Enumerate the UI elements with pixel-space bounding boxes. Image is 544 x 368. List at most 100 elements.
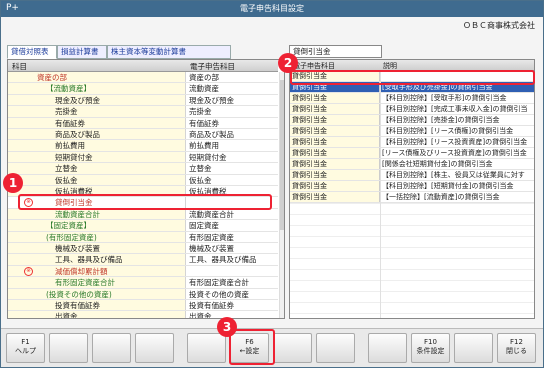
e-filing-account-cell: 有形固定資産合計 xyxy=(189,278,249,288)
e-filing-row[interactable]: 貸倒引当金 【科目別控除】[リース投資資産]の貸倒引当金 xyxy=(290,137,534,148)
account-name-cell: 現金及び預金 xyxy=(8,94,186,106)
account-name-cell: 売掛金 xyxy=(8,106,186,117)
account-row[interactable]: 立替金 立替金 xyxy=(8,163,278,175)
account-row[interactable]: (有形固定資産) 有形固定資産 xyxy=(8,231,278,243)
account-name-cell: 【流動資産】 xyxy=(8,83,186,94)
grid-line xyxy=(380,71,381,318)
callout-2: 2 xyxy=(278,53,298,73)
account-name-cell: 商品及び製品 xyxy=(8,129,186,140)
tab-0[interactable]: 貸借対照表 xyxy=(7,45,57,59)
function-key-f12[interactable]: F12 閉じる xyxy=(497,333,536,363)
e-filing-account-cell: 貸倒引当金 xyxy=(290,126,380,136)
e-filing-account-cell: 工具、器具及び備品 xyxy=(189,255,257,265)
e-filing-row[interactable]: 貸倒引当金 【一括控除】[流動資産]の貸倒引当金 xyxy=(290,192,534,203)
account-row[interactable]: 工具、器具及び備品 工具、器具及び備品 xyxy=(8,254,278,266)
account-grid: 科目 電子申告科目 資産の部 資産の部 【流動資産】 流動資産 現金及び預金 現金及び預金… xyxy=(7,59,285,319)
e-filing-account-cell: 立替金 xyxy=(189,164,212,174)
account-row[interactable]: ※ 減価償却累計額 xyxy=(8,265,278,278)
account-row[interactable]: 売掛金 売掛金 xyxy=(8,106,278,118)
description-cell: 【科目別控除】[受取手形]の貸倒引当金 xyxy=(382,94,507,102)
e-filing-account-cell: 有価証券 xyxy=(189,118,219,128)
function-key-label: 条件設定 xyxy=(416,347,445,355)
description-cell: [関係会社短期貸付金]の貸倒引当金 xyxy=(382,160,493,168)
e-filing-account-cell: 投資その他の資産 xyxy=(189,289,249,299)
account-name: 【流動資産】 xyxy=(46,84,91,94)
description-cell: 【科目別控除】[リース債権]の貸倒引当金 xyxy=(382,127,514,135)
e-filing-account-cell: 資産の部 xyxy=(189,73,219,82)
grid-line xyxy=(290,258,534,259)
description-cell: [リース債権及びリース投資資産]の貸倒引当金 xyxy=(382,149,527,157)
function-key-f10[interactable]: F10 条件設定 xyxy=(411,333,450,363)
account-name: 減価償却累計額 xyxy=(55,266,108,276)
account-name-cell: 工具、器具及び備品 xyxy=(8,254,186,265)
function-key-blank[interactable] xyxy=(92,333,131,363)
function-key-blank[interactable] xyxy=(187,333,226,363)
app-window: P+ 電子申告科目設定 ＯＢＣ商事株式会社 貸借対照表 損益計算書 株主資本等変動計… xyxy=(0,0,544,368)
function-key-blank[interactable] xyxy=(135,333,174,363)
account-row[interactable]: 有価証券 有価証券 xyxy=(8,117,278,129)
account-row[interactable]: 流動資産合計 流動資産合計 xyxy=(8,208,278,221)
e-filing-account-cell: 仮払金 xyxy=(189,175,212,185)
account-grid-header: 科目 電子申告科目 xyxy=(8,60,278,72)
account-row[interactable]: 現金及び預金 現金及び預金 xyxy=(8,94,278,107)
account-row[interactable]: 資産の部 資産の部 xyxy=(8,72,278,84)
account-name: 有形固定資産合計 xyxy=(55,278,115,288)
function-key-blank[interactable] xyxy=(316,333,355,363)
account-row[interactable]: 短期貸付金 短期貸付金 xyxy=(8,151,278,164)
tab-2[interactable]: 株主資本等変動計算書 xyxy=(107,45,231,59)
highlight-f6-button xyxy=(229,329,275,365)
account-name: 流動資産合計 xyxy=(55,209,100,219)
account-name: 投資有価証券 xyxy=(55,301,100,310)
account-name: 短期貸付金 xyxy=(55,152,93,162)
account-row[interactable]: 前払費用 前払費用 xyxy=(8,140,278,152)
account-row[interactable]: 仮払金 仮払金 xyxy=(8,174,278,186)
e-filing-account-cell: 貸倒引当金 xyxy=(290,104,380,114)
e-filing-row[interactable]: 貸倒引当金 [リース債権及びリース投資資産]の貸倒引当金 xyxy=(290,148,534,159)
e-filing-row[interactable]: 貸倒引当金 【科目別控除】[完成工事未収入金]の貸倒引当 xyxy=(290,104,534,115)
description-cell: 【科目別控除】[売掛金]の貸倒引当金 xyxy=(382,116,500,124)
account-row[interactable]: 【固定資産】 固定資産 xyxy=(8,220,278,232)
function-key-blank[interactable] xyxy=(368,333,407,363)
e-filing-account-cell: 流動資産 xyxy=(189,84,219,94)
search-input[interactable]: 貸倒引当金 xyxy=(289,45,382,58)
account-name-cell: 【固定資産】 xyxy=(8,220,186,231)
callout-3: 3 xyxy=(217,317,237,337)
e-filing-account-cell: 有形固定資産 xyxy=(189,232,234,242)
e-filing-account-cell: 流動資産合計 xyxy=(189,209,234,219)
account-row[interactable]: 有形固定資産合計 有形固定資産合計 xyxy=(8,277,278,289)
account-name-cell: 有形固定資産合計 xyxy=(8,277,186,288)
account-row[interactable]: 出資金 出資金 xyxy=(8,311,278,318)
e-filing-row[interactable]: 貸倒引当金 【科目別控除】[受取手形]の貸倒引当金 xyxy=(290,93,534,104)
callout-1: 1 xyxy=(3,173,23,193)
account-row[interactable]: 商品及び製品 商品及び製品 xyxy=(8,129,278,141)
e-filing-row[interactable]: 貸倒引当金 【科目別控除】[株主、役員又は従業員に対す xyxy=(290,170,534,181)
function-key-code: F12 xyxy=(510,338,523,346)
account-name-cell: 前払費用 xyxy=(8,140,186,151)
grid-line xyxy=(290,225,534,226)
tab-1[interactable]: 損益計算書 xyxy=(57,45,107,59)
grid-line xyxy=(290,247,534,248)
account-row[interactable]: 機械及び装置 機械及び装置 xyxy=(8,243,278,255)
e-filing-row[interactable]: 貸倒引当金 [関係会社短期貸付金]の貸倒引当金 xyxy=(290,159,534,170)
account-row[interactable]: 【流動資産】 流動資産 xyxy=(8,83,278,95)
account-name: 工具、器具及び備品 xyxy=(55,255,123,265)
function-key-f1[interactable]: F1 ヘルプ xyxy=(6,333,45,363)
account-name-cell: 出資金 xyxy=(8,311,186,318)
account-name: (有形固定資産) xyxy=(46,232,97,242)
account-name: 前払費用 xyxy=(55,141,85,151)
grid-line xyxy=(290,302,534,303)
account-row[interactable]: 投資有価証券 投資有価証券 xyxy=(8,300,278,312)
e-filing-account-cell xyxy=(186,266,278,276)
scrollbar-thumb[interactable] xyxy=(280,80,284,230)
e-filing-row[interactable]: 貸倒引当金 【科目別控除】[リース債権]の貸倒引当金 xyxy=(290,126,534,137)
account-name: (投資その他の資産) xyxy=(46,289,112,299)
function-key-blank[interactable] xyxy=(49,333,88,363)
description-cell: 【科目別控除】[リース投資資産]の貸倒引当金 xyxy=(382,138,528,146)
e-filing-row[interactable]: 貸倒引当金 【科目別控除】[短期貸付金]の貸倒引当金 xyxy=(290,181,534,192)
vertical-scrollbar[interactable] xyxy=(279,72,284,318)
account-name-cell: 流動資産合計 xyxy=(8,208,186,220)
e-filing-row[interactable]: 貸倒引当金 【科目別控除】[売掛金]の貸倒引当金 xyxy=(290,115,534,126)
function-key-blank[interactable] xyxy=(454,333,493,363)
function-key-blank[interactable] xyxy=(273,333,312,363)
account-row[interactable]: (投資その他の資産) 投資その他の資産 xyxy=(8,288,278,300)
